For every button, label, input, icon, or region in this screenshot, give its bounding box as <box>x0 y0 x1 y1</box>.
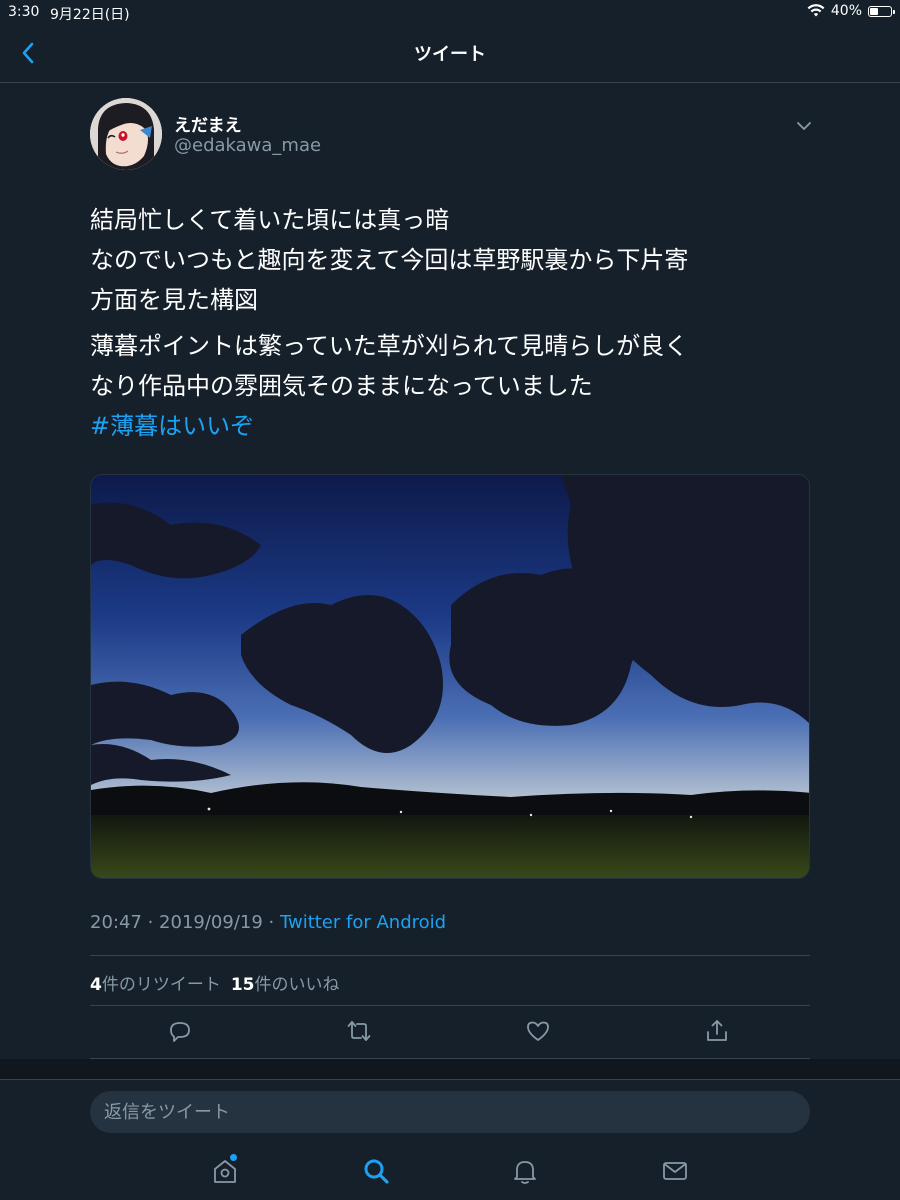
divider <box>90 1005 810 1006</box>
nav-header: ツイート <box>0 26 900 83</box>
like-icon[interactable] <box>525 1018 551 1044</box>
tab-messages[interactable] <box>660 1156 690 1186</box>
tweet-text: 結局忙しくて着いた頃には真っ暗 なのでいつもと趣向を変えて今回は草野駅裏から下片… <box>90 200 820 446</box>
chevron-down-icon[interactable] <box>794 116 814 136</box>
tweet-line: 薄暮ポイントは繁っていた草が刈られて見晴らしが良く <box>90 332 689 360</box>
retweet-stat[interactable]: 4件のリツイート <box>90 975 221 995</box>
reply-icon[interactable] <box>167 1018 193 1044</box>
battery-percent: 40% <box>830 3 862 19</box>
retweet-count: 4 <box>90 975 102 995</box>
share-icon[interactable] <box>704 1018 730 1044</box>
avatar[interactable] <box>90 98 162 170</box>
messages-icon <box>663 1162 687 1180</box>
display-name[interactable]: えだまえ <box>174 111 242 136</box>
retweet-icon[interactable] <box>346 1018 372 1044</box>
tweet-timestamp: 20:47 · 2019/09/19 · <box>90 912 280 933</box>
status-time: 3:30 <box>8 4 40 20</box>
tweet-detail-screen: 3:30 9月22日(日) 40% ツイート えだまえ @edakawa_mae… <box>0 0 900 1200</box>
tweet-paragraph-1: 結局忙しくて着いた頃には真っ暗 なのでいつもと趣向を変えて今回は草野駅裏から下片… <box>90 200 820 320</box>
hashtag-link[interactable]: #薄暮はいいぞ <box>90 412 254 440</box>
tweet-source-link[interactable]: Twitter for Android <box>280 912 446 933</box>
battery-fill <box>870 7 878 15</box>
user-handle[interactable]: @edakawa_mae <box>174 135 321 156</box>
section-separator <box>0 1059 900 1079</box>
page-title: ツイート <box>414 44 486 65</box>
tweet-line: 結局忙しくて着いた頃には真っ暗 <box>90 206 450 234</box>
status-date: 9月22日(日) <box>50 7 130 23</box>
status-right: 40% <box>807 3 895 19</box>
tab-home[interactable] <box>210 1154 240 1186</box>
notifications-icon <box>514 1161 536 1184</box>
like-count: 15 <box>230 975 255 995</box>
like-stat[interactable]: 15件のいいね <box>231 975 340 995</box>
home-icon <box>214 1160 236 1183</box>
wifi-icon <box>807 4 825 17</box>
tab-search[interactable] <box>361 1156 391 1186</box>
tweet-line: なり作品中の雰囲気そのままになっていました <box>90 372 593 400</box>
divider <box>90 955 810 956</box>
battery-icon <box>868 5 895 17</box>
tweet-line: なのでいつもと趣向を変えて今回は草野駅裏から下片寄 <box>90 246 689 274</box>
tweet-actions <box>0 1018 900 1048</box>
status-bar: 3:30 9月22日(日) 40% <box>0 0 900 26</box>
tweet-line: 方面を見た構図 <box>90 286 258 314</box>
reply-input[interactable] <box>90 1091 810 1133</box>
tweet-meta: 20:47 · 2019/09/19 · Twitter for Android <box>90 912 446 933</box>
retweet-label: 件のリツイート <box>101 975 221 995</box>
tweet-stats: 4件のリツイート 15件のいいね <box>90 970 340 995</box>
tab-notifications[interactable] <box>510 1156 540 1186</box>
notification-dot <box>230 1154 237 1161</box>
tweet-paragraph-2: 薄暮ポイントは繁っていた草が刈られて見晴らしが良く なり作品中の雰囲気そのままに… <box>90 326 820 446</box>
tweet-photo[interactable] <box>90 474 810 879</box>
search-icon <box>364 1159 389 1184</box>
like-label: 件のいいね <box>254 975 340 995</box>
